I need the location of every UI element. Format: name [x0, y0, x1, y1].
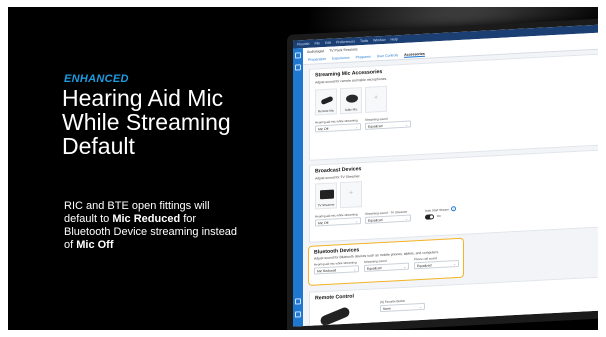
menu-edit[interactable]: Edit: [325, 41, 331, 45]
nav-experience[interactable]: Experience: [332, 56, 350, 61]
chevron-down-icon: ⌄: [353, 267, 356, 272]
chevron-down-icon: ⌄: [355, 219, 358, 224]
nav-user-controls[interactable]: User Controls: [377, 53, 398, 58]
slide-background: ENHANCED Hearing Aid Mic While Streaming…: [8, 7, 598, 330]
menu-app[interactable]: Flourish: [297, 42, 309, 47]
autostart-toggle[interactable]: [425, 214, 434, 220]
slide-body: RIC and BTE open fittings will default t…: [64, 200, 244, 252]
remote-mic-tile[interactable]: Remote Mic: [315, 88, 337, 116]
menu-help[interactable]: Help: [391, 37, 398, 41]
bluetooth-sound-select[interactable]: Equalized ⌄: [364, 262, 409, 272]
broadcast-mic-value: Mic Off: [318, 220, 329, 226]
remote-mic-label: Remote Mic: [317, 108, 334, 114]
remote-control-title: Remote Control: [315, 293, 354, 302]
menu-preferences[interactable]: Preferences: [336, 39, 355, 44]
bluetooth-mic-select[interactable]: Mic Reduced ⌄: [314, 265, 359, 275]
chevron-down-icon: ⌄: [419, 304, 422, 310]
chevron-down-icon: ⌄: [405, 122, 408, 127]
streaming-sound-value: Equalized: [368, 123, 383, 129]
bluetooth-sound-value: Equalized: [367, 266, 382, 271]
streaming-sound-select[interactable]: Equalized ⌄: [365, 120, 411, 130]
chevron-down-icon: ⌄: [355, 125, 358, 130]
tab-session[interactable]: TV Pack Sessions: [329, 47, 357, 52]
menu-tools[interactable]: Tools: [360, 39, 368, 43]
add-accessory-tile[interactable]: +: [365, 85, 387, 113]
chevron-down-icon: ⌄: [403, 264, 406, 269]
plus-icon: +: [348, 189, 354, 197]
info-icon[interactable]: i: [451, 206, 456, 212]
mic-streaming-value: Mic Off: [318, 126, 329, 132]
broadcast-sound-select[interactable]: Equalized ⌄: [365, 214, 411, 224]
table-mic-label: Table Mic: [344, 107, 358, 112]
menu-window[interactable]: Window: [373, 38, 385, 43]
table-mic-image: [346, 94, 358, 103]
home-icon[interactable]: [295, 52, 301, 59]
chevron-down-icon: ⌄: [405, 216, 408, 221]
laptop-mockup: Flourish File Edit Preferences Tools Win…: [287, 17, 598, 330]
chevron-down-icon: ⌄: [453, 262, 456, 267]
app-screenshot: Flourish File Edit Preferences Tools Win…: [293, 23, 598, 327]
slide: ENHANCED Hearing Aid Mic While Streaming…: [0, 0, 606, 337]
broadcast-card: Broadcast Devices Adjust sound for TV St…: [309, 149, 598, 243]
add-broadcast-tile[interactable]: +: [340, 181, 362, 209]
nav-accessories[interactable]: Accessories: [404, 51, 425, 58]
broadcast-mic-select[interactable]: Mic Off ⌄: [315, 217, 361, 227]
favorite-button-select[interactable]: None ⌄: [380, 302, 425, 313]
slide-headline: Hearing Aid Mic While Streaming Default: [62, 85, 231, 159]
phone-call-select[interactable]: Equalized ⌄: [414, 259, 459, 270]
body-bold-mic-off: Mic Off: [76, 239, 114, 251]
table-mic-tile[interactable]: Table Mic: [340, 87, 362, 115]
help-icon[interactable]: [295, 311, 301, 318]
tab-audiologist[interactable]: Audiologist: [307, 49, 324, 54]
remote-mic-image: [320, 95, 334, 106]
bluetooth-card-highlight: Bluetooth Devices Adjust sound for Bluet…: [308, 237, 464, 286]
settings-icon[interactable]: [295, 298, 301, 305]
autostart-value: On: [437, 213, 442, 219]
mic-streaming-select[interactable]: Mic Off ⌄: [315, 123, 361, 133]
tv-streamer-tile[interactable]: TV Streamer: [315, 182, 337, 210]
broadcast-title: Broadcast Devices: [315, 166, 362, 175]
bluetooth-mic-value: Mic Reduced: [317, 268, 337, 274]
favorite-button-value: None: [383, 306, 391, 311]
broadcast-sound-value: Equalized: [368, 217, 383, 223]
nav-preparation[interactable]: Preparation: [308, 57, 326, 62]
tv-streamer-label: TV Streamer: [317, 202, 335, 208]
body-bold-mic-reduced: Mic Reduced: [112, 213, 181, 225]
streaming-mic-card: Streaming Mic Accessories Adjust sound f…: [309, 53, 598, 161]
menu-file[interactable]: File: [314, 41, 320, 45]
broadcast-subtitle: Adjust sound for TV Streamer.: [315, 174, 361, 181]
tv-streamer-image: [320, 189, 334, 200]
phone-call-value: Equalized: [417, 263, 432, 269]
menu-icon[interactable]: [295, 64, 301, 71]
nav-programs[interactable]: Programs: [356, 55, 371, 60]
remote-control-card: Remote Control (S) Favorite Button None ⌄: [309, 276, 598, 327]
plus-icon: +: [373, 94, 379, 102]
left-rail: [293, 48, 303, 327]
enhanced-badge: ENHANCED: [64, 73, 129, 85]
remote-control-image: [319, 306, 351, 327]
autostart-label: Auto Start Stream: [425, 207, 449, 213]
